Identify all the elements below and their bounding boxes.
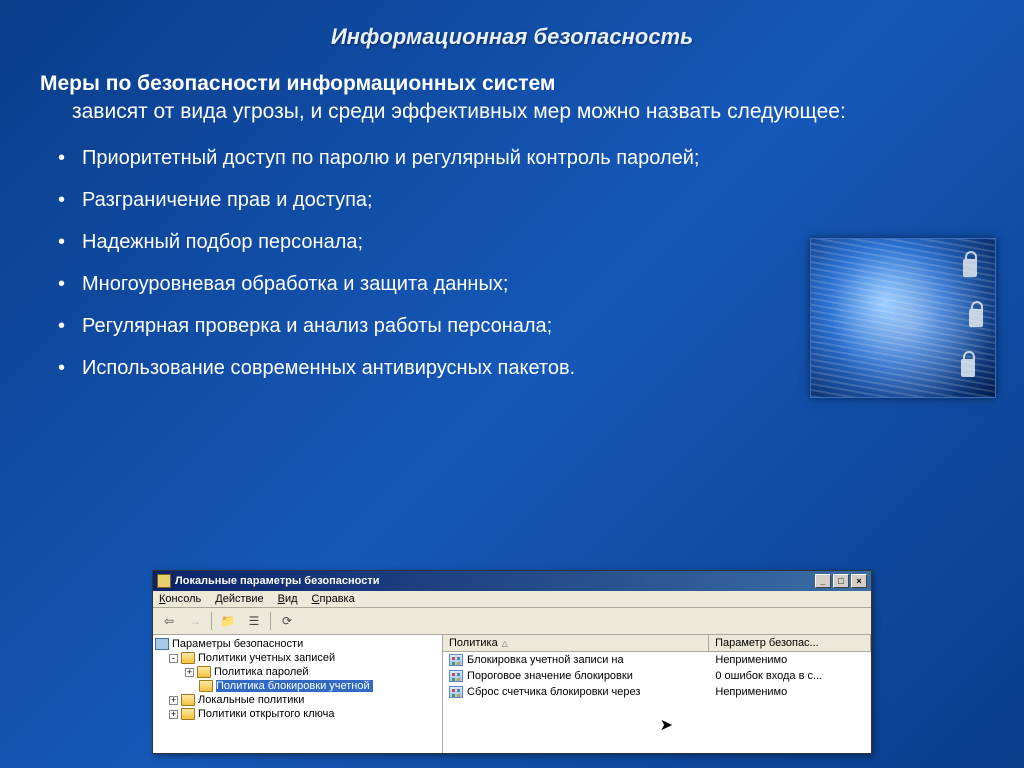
list-item[interactable]: Блокировка учетной записи на Неприменимо: [443, 652, 871, 668]
folder-icon: [199, 680, 213, 692]
list-item[interactable]: Пороговое значение блокировки 0 ошибок в…: [443, 668, 871, 684]
column-label: Политика: [449, 637, 498, 649]
cell-text: Неприменимо: [709, 685, 871, 699]
sort-asc-icon: △: [502, 639, 508, 648]
cell-text: Пороговое значение блокировки: [467, 670, 633, 682]
expand-icon[interactable]: +: [169, 696, 178, 705]
mouse-cursor-icon: ➤: [660, 715, 673, 735]
padlock-icon: [963, 259, 977, 277]
list-item[interactable]: Сброс счетчика блокировки через Непримен…: [443, 684, 871, 700]
properties-button[interactable]: ☰: [244, 611, 264, 631]
close-button[interactable]: ×: [851, 574, 867, 588]
toolbar-separator: [211, 612, 212, 630]
folder-icon: [181, 694, 195, 706]
window-titlebar[interactable]: Локальные параметры безопасности _ □ ×: [153, 571, 871, 591]
back-button[interactable]: ⇦: [159, 611, 179, 631]
padlock-icon: [961, 359, 975, 377]
decorative-security-image: [810, 238, 996, 398]
refresh-button[interactable]: ⟳: [277, 611, 297, 631]
heading-rest: зависят от вида угрозы, и среди эффектив…: [40, 98, 984, 126]
collapse-icon[interactable]: -: [169, 654, 178, 663]
tree-label: Политики учетных записей: [198, 652, 335, 664]
policy-icon: [449, 670, 463, 682]
menu-item[interactable]: Консоль: [159, 593, 201, 605]
folder-icon: [181, 708, 195, 720]
menu-item[interactable]: Справка: [312, 593, 355, 605]
menu-item[interactable]: Вид: [278, 593, 298, 605]
cell-text: Блокировка учетной записи на: [467, 654, 624, 666]
tree-node-selected[interactable]: Политика блокировки учетной: [155, 679, 440, 693]
tree-pane[interactable]: Параметры безопасности - Политики учетны…: [153, 635, 443, 753]
column-header[interactable]: Параметр безопас...: [709, 635, 871, 651]
tree-label: Политики открытого ключа: [198, 708, 334, 720]
settings-icon: [155, 638, 169, 650]
menubar: Консоль Действие Вид Справка: [153, 591, 871, 608]
up-folder-button[interactable]: 📁: [218, 611, 238, 631]
cell-text: 0 ошибок входа в с...: [709, 669, 871, 683]
toolbar-separator: [270, 612, 271, 630]
bullet-item: Приоритетный доступ по паролю и регулярн…: [58, 145, 758, 172]
security-settings-window: Локальные параметры безопасности _ □ × К…: [152, 570, 872, 754]
tree-label: Политика блокировки учетной: [216, 680, 373, 692]
expand-icon[interactable]: +: [169, 710, 178, 719]
list-header: Политика △ Параметр безопас...: [443, 635, 871, 652]
window-controls: _ □ ×: [815, 574, 867, 588]
folder-icon: [181, 652, 195, 664]
window-title: Локальные параметры безопасности: [175, 575, 379, 587]
tree-node[interactable]: - Политики учетных записей: [155, 651, 440, 665]
bullet-item: Разграничение прав и доступа;: [58, 187, 984, 214]
maximize-button[interactable]: □: [833, 574, 849, 588]
cell-text: Сброс счетчика блокировки через: [467, 686, 640, 698]
folder-icon: [197, 666, 211, 678]
slide-title: Информационная безопасность: [0, 0, 1024, 60]
tree-label: Политика паролей: [214, 666, 309, 678]
heading-bold: Меры по безопасности информационных сист…: [40, 72, 555, 95]
slide-heading: Меры по безопасности информационных сист…: [40, 70, 984, 127]
tree-label: Локальные политики: [198, 694, 304, 706]
tree-root[interactable]: Параметры безопасности: [155, 637, 440, 651]
expand-icon[interactable]: +: [185, 668, 194, 677]
policy-icon: [449, 686, 463, 698]
menu-item[interactable]: Действие: [215, 593, 263, 605]
tree-label: Параметры безопасности: [172, 638, 303, 650]
toolbar: ⇦ → 📁 ☰ ⟳: [153, 608, 871, 635]
policy-icon: [449, 654, 463, 666]
cell-text: Неприменимо: [709, 653, 871, 667]
list-pane: Политика △ Параметр безопас... Блокировка…: [443, 635, 871, 753]
tree-node[interactable]: + Локальные политики: [155, 693, 440, 707]
window-icon: [157, 574, 171, 588]
minimize-button[interactable]: _: [815, 574, 831, 588]
forward-button[interactable]: →: [185, 611, 205, 631]
column-header[interactable]: Политика △: [443, 635, 709, 651]
padlock-icon: [969, 309, 983, 327]
tree-node[interactable]: + Политика паролей: [155, 665, 440, 679]
tree-node[interactable]: + Политики открытого ключа: [155, 707, 440, 721]
